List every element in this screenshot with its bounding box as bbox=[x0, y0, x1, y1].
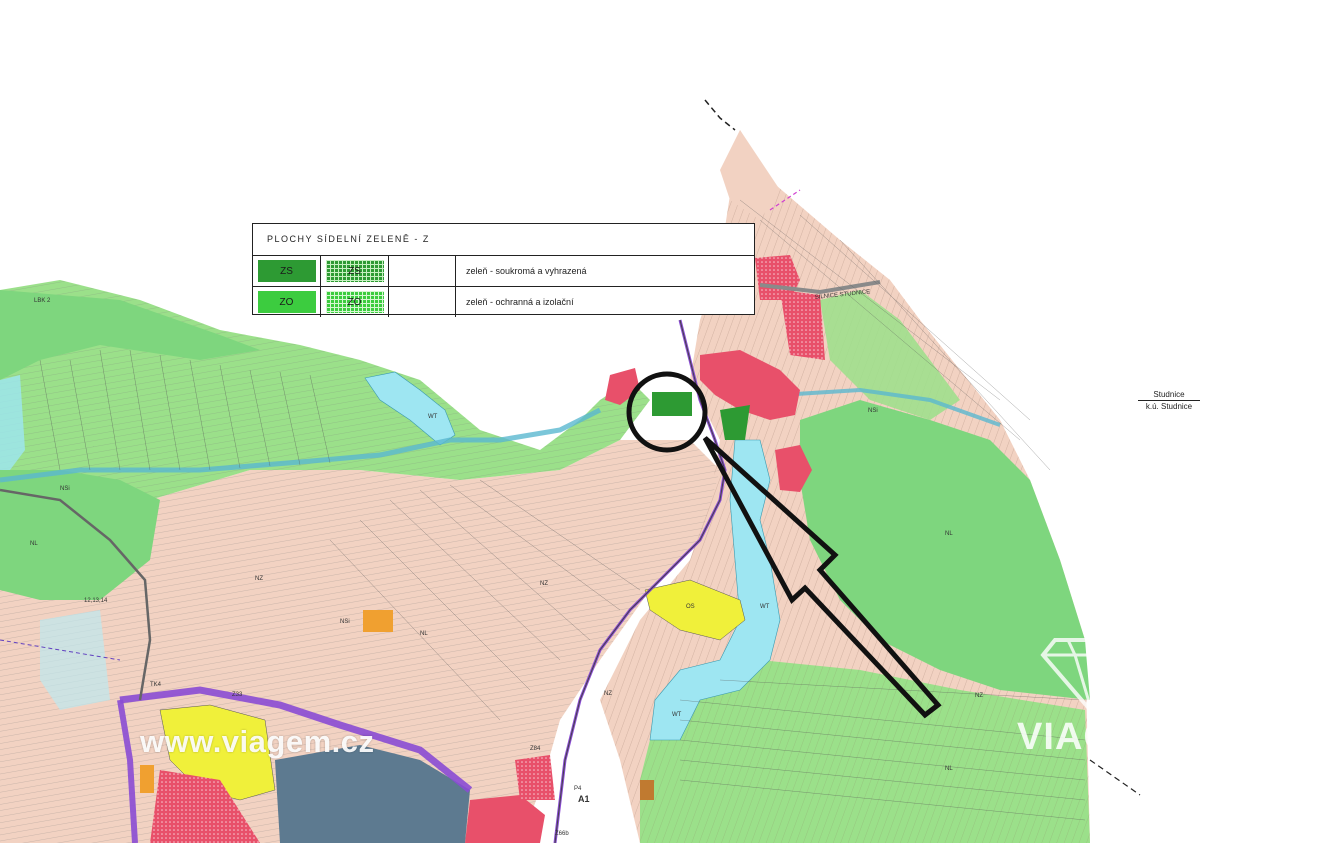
legend-row-zs: ZS ZS zeleň - soukromá a vyhrazená bbox=[253, 256, 754, 287]
legend-swatch-zs: ZS bbox=[257, 260, 316, 282]
legend-row-zo: ZO ZO zeleň - ochranná a izolační bbox=[253, 287, 754, 317]
zone-label-wt-2: WT bbox=[760, 604, 770, 610]
zone-label-ns-1: NSi bbox=[340, 619, 350, 625]
legend-swatch-zo: ZO bbox=[257, 291, 316, 313]
zone-label-p4: P4 bbox=[574, 786, 582, 792]
place-name: Studnice bbox=[1138, 389, 1200, 401]
zone-label-nz-4: NZ bbox=[604, 691, 612, 697]
zone-label-nz-1: NZ bbox=[540, 581, 548, 587]
zone-label-nz-2: NZ bbox=[255, 576, 263, 582]
zone-label-z33: Z33 bbox=[232, 692, 243, 698]
zone-label-coords: 12,13,14 bbox=[84, 598, 108, 604]
cadastre-name: k.ú. Studnice bbox=[1145, 402, 1193, 411]
legend-title: PLOCHY SÍDELNÍ ZELENĚ - Z bbox=[253, 224, 754, 256]
legend-description-zs: zeleň - soukromá a vyhrazená bbox=[466, 266, 587, 276]
legend-description-zo: zeleň - ochranná a izolační bbox=[466, 297, 574, 307]
zone-label-nl-2: NL bbox=[420, 631, 428, 637]
place-label: Studnice k.ú. Studnice bbox=[1138, 389, 1200, 412]
legend-pattern-zs: ZS bbox=[325, 260, 384, 282]
zone-label-ns-3: NSi bbox=[60, 486, 70, 492]
zone-label-nl-1: NL bbox=[945, 531, 953, 537]
zs-plot bbox=[652, 392, 692, 416]
zone-label-nz-3: NZ bbox=[975, 693, 983, 699]
map-legend: PLOCHY SÍDELNÍ ZELENĚ - Z ZS ZS zeleň - … bbox=[252, 223, 755, 317]
zone-label-z84: Z84 bbox=[530, 746, 541, 752]
zone-label-a1: A1 bbox=[578, 794, 590, 804]
watermark-brand: VIAGEM bbox=[1017, 716, 1173, 758]
watermark-logo: VIAGEM bbox=[1000, 630, 1190, 760]
zone-label-lbk: LBK 2 bbox=[34, 298, 51, 304]
zone-label-z66: Z66b bbox=[555, 831, 569, 837]
watermark-url: www.viagem.cz bbox=[140, 724, 375, 759]
zone-label-nl-4: NL bbox=[30, 541, 38, 547]
cadastral-boundary bbox=[704, 99, 736, 131]
zone-label-os: OS bbox=[686, 604, 695, 610]
zone-label-wt-3: WT bbox=[672, 712, 682, 718]
zone-label-tk: TK4 bbox=[150, 682, 162, 688]
zone-label-ns-2: NSi bbox=[868, 408, 878, 414]
legend-pattern-zo: ZO bbox=[325, 291, 384, 313]
zone-label-wt-1: WT bbox=[428, 414, 438, 420]
zone-label-nl-3: NL bbox=[945, 766, 953, 772]
